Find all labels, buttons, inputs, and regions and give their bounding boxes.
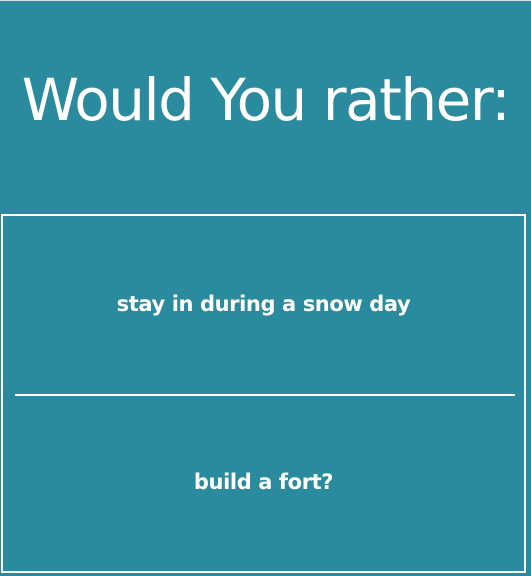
choice-card: stay in during a snow day build a fort? xyxy=(1,214,526,573)
page-title: Would You rather: xyxy=(21,66,511,134)
option-divider xyxy=(15,394,515,396)
option-build-fort[interactable]: build a fort? xyxy=(3,468,524,496)
option-stay-in[interactable]: stay in during a snow day xyxy=(3,290,524,318)
header: Would You rather: xyxy=(0,0,531,214)
would-you-rather-page: Would You rather: stay in during a snow … xyxy=(0,0,531,576)
